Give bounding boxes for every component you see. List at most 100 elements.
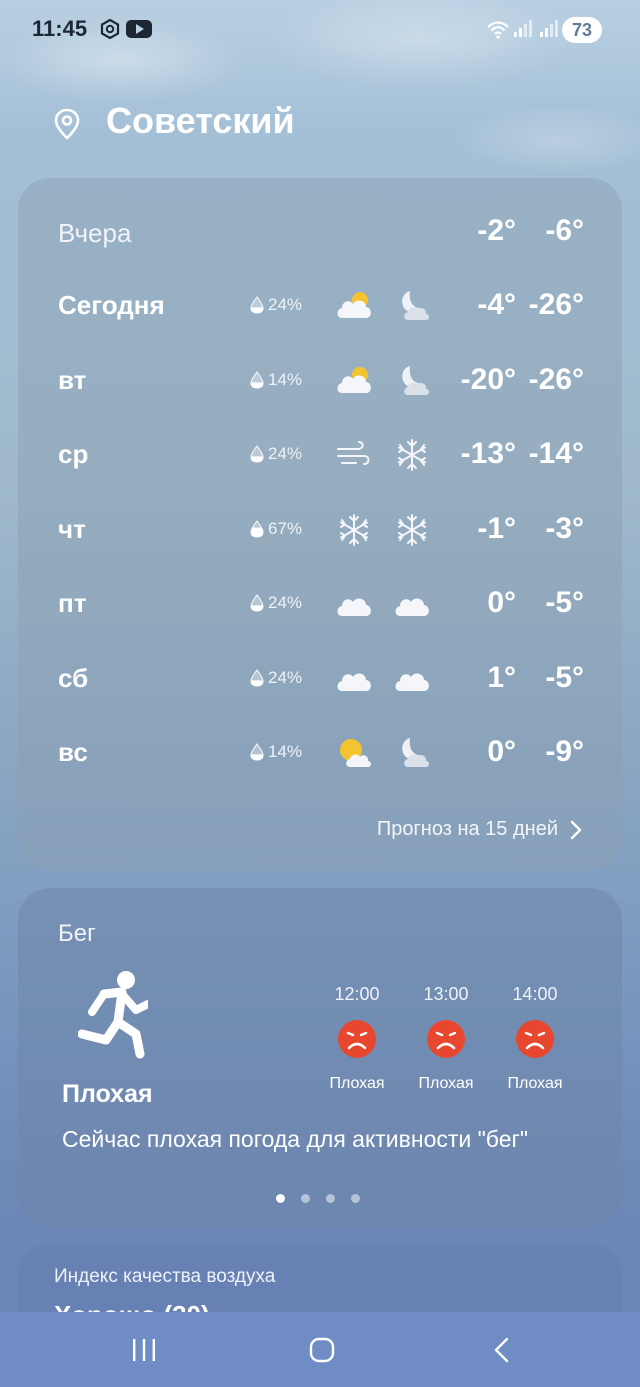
day-label: сб [58,662,89,693]
forecast-row[interactable]: Сегодня 24% -4° -26° [18,278,622,338]
precip-chance: 14% [250,370,302,390]
precip-drop-icon [250,370,264,389]
forecast-15-days-link[interactable]: Прогноз на 15 дней [377,818,582,841]
signal-icon [514,20,532,37]
signal-2-icon [540,20,558,37]
forecast-15-days-label: Прогноз на 15 дней [376,818,558,840]
temp-low: -5° [545,660,584,694]
snowflake-icon [398,439,426,471]
sad-face-icon [338,1020,376,1058]
cloud-icon [337,672,371,691]
battery-indicator: 73 [562,17,602,43]
precip-drop-icon [250,594,264,612]
runner-icon [78,971,148,1059]
page-indicator[interactable] [276,1194,360,1203]
forecast-row[interactable]: вс 14% 0° -9° [18,725,622,785]
running-title: Бег [58,920,96,947]
daily-forecast-card: Вчера -2° -6° Сегодня 24% -4° -26° вт 14% -20°… [18,178,622,870]
temp-low: -3° [545,511,584,545]
cloud-icon [395,672,429,691]
snowflake-icon [340,513,368,546]
temp-low: -26° [528,362,584,396]
precip-value: 67% [268,518,303,538]
precip-chance: 67% [250,519,302,539]
temp-high: -4° [477,288,516,321]
precip-chance: 14% [250,742,302,762]
hourly-run-slot[interactable]: 13:00 Плохая [401,984,491,1093]
cloud-icon [395,598,429,616]
day-label: ср [58,439,89,469]
hour-time: 14:00 [512,984,558,1004]
precip-value: 24% [268,667,303,687]
precip-value: 24% [268,593,303,612]
hour-status: Плохая [507,1075,563,1092]
forecast-row[interactable]: чт 67% -1° -3° [18,502,622,562]
temp-low: -6° [545,214,584,247]
precip-chance: 24% [250,444,302,464]
home-icon[interactable] [308,1336,336,1364]
temp-high: -20° [460,362,516,396]
city-title[interactable]: Советский [106,100,295,142]
precip-drop-icon [250,296,264,314]
status-time: 11:45 [32,16,88,41]
cloudy-moon-icon [402,291,429,320]
hour-time: 13:00 [423,984,469,1004]
chevron-right-icon [570,820,582,839]
day-label: Сегодня [58,290,165,320]
day-label: вс [58,737,88,767]
snowflake-icon [398,513,426,546]
location-pin-icon[interactable] [54,108,80,140]
running-index-card[interactable]: Бег 12:00 Плохая 13:00 Плохая 14:00 Плохая Пл… [18,888,622,1226]
air-quality-title: Индекс качества воздуха [54,1266,276,1287]
precip-chance: 24% [250,593,302,613]
cloud-icon [337,598,371,616]
temp-high: -1° [477,511,516,545]
status-bar: 11:45 73 [0,0,640,60]
forecast-row[interactable]: вт 14% -20° -26° [18,353,622,413]
day-label: пт [58,588,87,618]
youtube-icon [126,20,152,38]
precip-chance: 24% [250,668,302,688]
navigation-bar [0,1312,640,1387]
temp-low: -9° [545,735,584,768]
temp-high: -2° [477,214,516,247]
precip-drop-icon [250,743,264,761]
running-status: Плохая [62,1080,153,1108]
cloudy-moon-icon [402,738,429,767]
temp-high: 0° [487,586,516,619]
hour-time: 12:00 [334,984,380,1004]
forecast-row-yesterday[interactable]: Вчера -2° -6° [18,204,622,264]
running-description: Сейчас плохая погода для активности "бег… [62,1126,529,1152]
precip-chance: 24% [250,295,302,315]
precip-value: 14% [268,369,303,389]
hourly-run-slot[interactable]: 14:00 Плохая [490,984,580,1093]
temp-high: 1° [487,660,516,694]
page-dot[interactable] [301,1194,310,1203]
precip-value: 24% [268,444,303,463]
page-dot[interactable] [351,1194,360,1203]
sad-face-icon [427,1020,465,1058]
temp-low: -14° [528,437,584,470]
forecast-row[interactable]: пт 24% 0° -5° [18,576,622,636]
day-label: вт [58,364,87,395]
wind-icon [337,441,370,465]
recent-apps-icon[interactable] [130,1336,158,1364]
page-dot-active[interactable] [276,1194,285,1203]
sad-face-icon [516,1020,554,1058]
forecast-row[interactable]: ср 24% -13° -14° [18,427,622,487]
day-label: чт [58,513,86,544]
page-dot[interactable] [326,1194,335,1203]
precip-drop-icon [250,519,264,538]
back-icon[interactable] [488,1336,516,1364]
precip-drop-icon [250,445,264,463]
cloudy-moon-icon [402,365,429,395]
partly-cloudy-sun-icon [337,366,371,393]
settings-hex-icon [100,19,120,39]
hourly-run-slot[interactable]: 12:00 Плохая [312,984,402,1093]
temp-low: -5° [545,586,584,619]
temp-high: 0° [487,735,516,768]
hour-status: Плохая [329,1075,385,1092]
partly-cloudy-sun-icon [337,292,371,318]
precip-drop-icon [250,668,264,687]
forecast-row[interactable]: сб 24% 1° -5° [18,651,622,711]
